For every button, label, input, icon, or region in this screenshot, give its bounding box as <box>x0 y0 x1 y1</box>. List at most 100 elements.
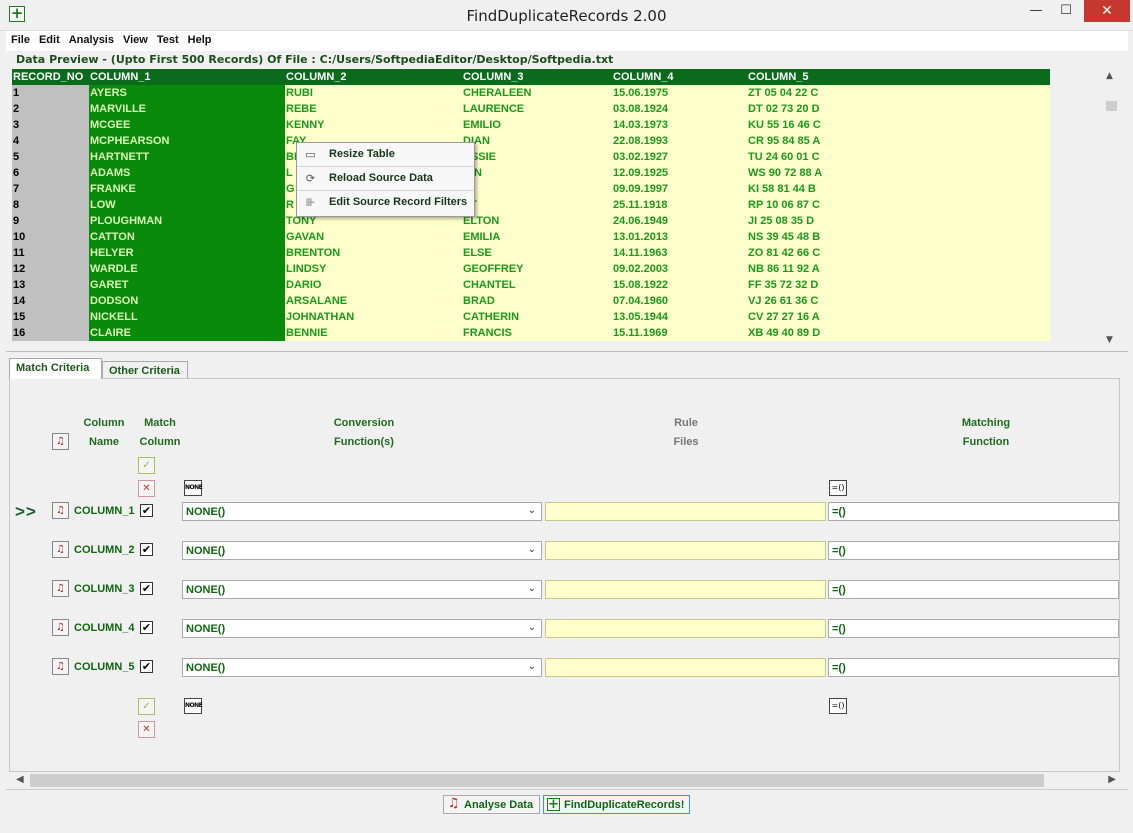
table-row[interactable]: 7FRANKEGN09.09.1997KI 58 81 44 B <box>12 181 1050 197</box>
preview-vertical-scrollbar[interactable]: ▲ ▼ <box>1103 69 1120 347</box>
resize-table-icon: ▭ <box>305 148 316 161</box>
menu-item-resize-table[interactable]: ▭ Resize Table <box>297 143 474 167</box>
rule-files-field[interactable] <box>545 580 826 599</box>
table-row[interactable]: 8LOWRAT25.11.1918RP 10 06 87 C <box>12 197 1050 213</box>
header-line: Column <box>139 436 181 448</box>
uncheck-all-icon[interactable]: ✕ <box>138 721 155 738</box>
close-button[interactable]: ✕ <box>1084 0 1130 22</box>
rule-files-field[interactable] <box>545 658 826 677</box>
maximize-button[interactable]: ☐ <box>1051 0 1081 22</box>
table-row[interactable]: 14 DODSON ARSALANE BRAD 07.04.1960 VJ 26 61 3… <box>12 293 1050 309</box>
menu-analysis[interactable]: Analysis <box>64 31 118 46</box>
select-value: NONE() <box>186 662 226 674</box>
matching-value: =() <box>832 545 846 557</box>
table-row[interactable]: 13 GARET DARIO CHANTEL 15.08.1922 FF 35 72 32… <box>12 277 1050 293</box>
matching-function-field[interactable]: =() <box>828 502 1119 521</box>
equal-function-icon[interactable]: =() <box>829 480 847 496</box>
check-all-icon[interactable]: ✓ <box>138 698 155 715</box>
minimize-button[interactable]: — <box>1021 0 1051 22</box>
matching-function-field[interactable]: =() <box>828 619 1119 638</box>
scroll-right-icon[interactable]: ▶ <box>1108 774 1116 785</box>
table-cell: 07.04.1960 <box>612 293 747 309</box>
column-header[interactable]: COLUMN_2 <box>285 69 462 85</box>
bell-icon[interactable]: ♫ <box>52 658 69 675</box>
match-column-checkbox[interactable]: ✔ <box>140 582 153 595</box>
table-row[interactable]: 1 AYERS RUBI CHERALEEN 15.06.1975 ZT 05 04 22… <box>12 85 1050 101</box>
chevron-down-icon[interactable]: ⌄ <box>528 583 536 594</box>
matching-function-field[interactable]: =() <box>828 541 1119 560</box>
conversion-function-select[interactable]: NONE() ⌄ <box>182 580 542 599</box>
criteria-horizontal-scrollbar[interactable]: ◀ ▶ <box>12 772 1118 789</box>
bell-icon[interactable]: ♫ <box>52 433 69 450</box>
match-column-checkbox[interactable]: ✔ <box>140 621 153 634</box>
rule-files-field[interactable] <box>545 619 826 638</box>
uncheck-all-icon[interactable]: ✕ <box>138 480 155 497</box>
tab-match-criteria[interactable]: Match Criteria <box>9 358 102 379</box>
menu-item-reload-source-data[interactable]: ⟳ Reload Source Data <box>297 167 474 191</box>
table-cell: DODSON <box>89 293 285 309</box>
column-header[interactable]: COLUMN_5 <box>747 69 1050 85</box>
table-row[interactable]: 16 CLAIRE BENNIE FRANCIS 15.11.1969 XB 49 40 … <box>12 325 1050 341</box>
bell-icon[interactable]: ♫ <box>52 580 69 597</box>
find-duplicate-records-button[interactable]: + FindDuplicateRecords! <box>543 795 690 814</box>
check-all-icon[interactable]: ✓ <box>138 457 155 474</box>
none-function-icon[interactable]: NONE <box>184 480 203 496</box>
column-header[interactable]: RECORD_NO <box>12 69 89 85</box>
table-row[interactable]: 2 MARVILLE REBE LAURENCE 03.08.1924 DT 02 73 … <box>12 101 1050 117</box>
none-function-icon[interactable]: NONE <box>184 698 203 714</box>
equal-function-icon[interactable]: =() <box>829 698 847 714</box>
analyse-data-button[interactable]: ♫ Analyse Data <box>443 795 540 814</box>
bell-icon[interactable]: ♫ <box>52 619 69 636</box>
bell-icon[interactable]: ♫ <box>52 502 69 519</box>
table-row[interactable]: 3 MCGEE KENNY EMILIO 14.03.1973 KU 55 16 46 C <box>12 117 1050 133</box>
table-row[interactable]: 11 HELYER BRENTON ELSE 14.11.1963 ZO 81 42 66… <box>12 245 1050 261</box>
column-header[interactable]: COLUMN_4 <box>612 69 747 85</box>
rule-files-field[interactable] <box>545 541 826 560</box>
menu-help[interactable]: Help <box>183 31 216 46</box>
scroll-up-icon[interactable]: ▲ <box>1106 71 1113 81</box>
matching-function-field[interactable]: =() <box>828 580 1119 599</box>
scroll-down-icon[interactable]: ▼ <box>1106 335 1113 345</box>
scroll-left-icon[interactable]: ◀ <box>16 774 24 785</box>
table-cell: ASSIE <box>462 149 612 165</box>
conversion-function-select[interactable]: NONE() ⌄ <box>182 502 542 521</box>
data-preview-table[interactable]: RECORD_NO COLUMN_1 COLUMN_2 COLUMN_3 COLUMN_… <box>12 69 1100 347</box>
column-header[interactable]: COLUMN_3 <box>462 69 612 85</box>
matching-function-field[interactable]: =() <box>828 658 1119 677</box>
scroll-thumb[interactable] <box>30 774 1044 787</box>
match-column-checkbox[interactable]: ✔ <box>140 504 153 517</box>
table-row[interactable]: 6ADAMSLAIN12.09.1925WS 90 72 88 A <box>12 165 1050 181</box>
conversion-function-select[interactable]: NONE() ⌄ <box>182 619 542 638</box>
button-label: FindDuplicateRecords! <box>564 799 685 811</box>
table-row[interactable]: 15 NICKELL JOHNATHAN CATHERIN 13.05.1944 CV 2… <box>12 309 1050 325</box>
table-cell: HARTNETT <box>89 149 285 165</box>
criteria-column-name: COLUMN_4 <box>74 622 135 634</box>
rule-files-field[interactable] <box>545 502 826 521</box>
matching-value: =() <box>832 623 846 635</box>
conversion-function-select[interactable]: NONE() ⌄ <box>182 541 542 560</box>
table-row[interactable]: 5 HARTNETT BI ASSIE 03.02.1927 TU 24 60 01 C <box>12 149 1050 165</box>
table-cell: ZT 05 04 22 C <box>747 85 1050 101</box>
conversion-function-select[interactable]: NONE() ⌄ <box>182 658 542 677</box>
table-row[interactable]: 10 CATTON GAVAN EMILIA 13.01.2013 NS 39 45 48… <box>12 229 1050 245</box>
tab-other-criteria[interactable]: Other Criteria <box>102 361 188 379</box>
column-header[interactable]: COLUMN_1 <box>89 69 285 85</box>
menu-item-edit-source-filters[interactable]: ⊪ Edit Source Record Filters <box>297 191 474 215</box>
bell-icon[interactable]: ♫ <box>52 541 69 558</box>
table-row[interactable]: 4 MCPHEARSON FAY DIAN 22.08.1993 CR 95 84 85 … <box>12 133 1050 149</box>
chevron-down-icon[interactable]: ⌄ <box>528 622 536 633</box>
chevron-down-icon[interactable]: ⌄ <box>528 505 536 516</box>
menu-view[interactable]: View <box>118 31 152 46</box>
match-column-checkbox[interactable]: ✔ <box>140 543 153 556</box>
menu-file[interactable]: File <box>6 31 34 46</box>
chevron-down-icon[interactable]: ⌄ <box>528 544 536 555</box>
table-row[interactable]: 9 PLOUGHMAN TONY ELTON 24.06.1949 JI 25 08 35… <box>12 213 1050 229</box>
table-row[interactable]: 12 WARDLE LINDSY GEOFFREY 09.02.2003 NB 86 11… <box>12 261 1050 277</box>
match-column-checkbox[interactable]: ✔ <box>140 660 153 673</box>
chevron-down-icon[interactable]: ⌄ <box>528 661 536 672</box>
table-cell: CLAIRE <box>89 325 285 341</box>
menu-test[interactable]: Test <box>152 31 183 46</box>
splitter[interactable] <box>6 351 1128 354</box>
menu-edit[interactable]: Edit <box>34 31 64 46</box>
scroll-thumb[interactable] <box>1106 101 1117 111</box>
